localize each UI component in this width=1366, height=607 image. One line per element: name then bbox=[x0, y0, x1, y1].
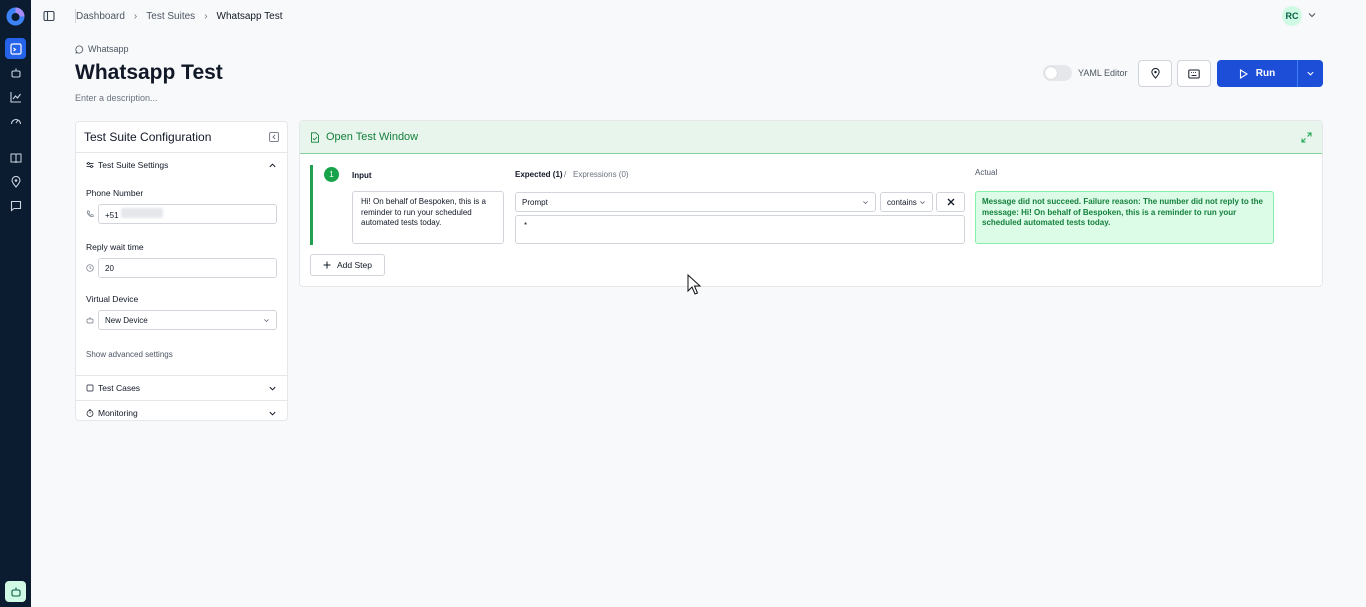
settings-section-header[interactable]: Test Suite Settings bbox=[76, 153, 287, 177]
bot-icon bbox=[86, 317, 94, 324]
step-input-textarea[interactable]: Hi! On behalf of Bespoken, this is a rem… bbox=[352, 191, 504, 244]
breadcrumb-dashboard[interactable]: Dashboard bbox=[76, 11, 125, 22]
breadcrumb-current: Whatsapp Test bbox=[216, 10, 283, 22]
add-step-button[interactable]: Add Step bbox=[310, 254, 385, 276]
file-check-icon bbox=[311, 131, 319, 143]
left-rail bbox=[0, 0, 31, 607]
run-button[interactable]: Run bbox=[1217, 60, 1297, 87]
play-icon bbox=[1239, 68, 1248, 79]
sliders-icon bbox=[86, 162, 94, 168]
expected-type-select[interactable]: Prompt bbox=[515, 192, 876, 212]
chevron-right-icon: › bbox=[133, 10, 138, 22]
config-panel: Test Suite Configuration Test Suite Sett… bbox=[75, 121, 288, 421]
rail-test-suites-icon[interactable] bbox=[5, 38, 26, 59]
test-window: Open Test Window 1 Input Expected (1) / … bbox=[299, 120, 1323, 287]
timer-icon bbox=[86, 409, 94, 417]
chevron-down-icon bbox=[920, 200, 925, 204]
remove-expected-button[interactable] bbox=[936, 192, 965, 212]
top-bar: Dashboard › Test Suites › Whatsapp Test bbox=[31, 0, 1366, 32]
chevron-up-icon bbox=[269, 162, 276, 167]
chat-bubble-icon bbox=[75, 44, 84, 54]
wait-label: Reply wait time bbox=[86, 242, 144, 252]
device-label: Virtual Device bbox=[86, 294, 139, 304]
rail-device-icon[interactable] bbox=[5, 581, 26, 602]
actual-label: Actual bbox=[975, 168, 998, 177]
test-window-header[interactable]: Open Test Window bbox=[300, 121, 1322, 154]
config-title: Test Suite Configuration bbox=[84, 130, 212, 144]
rail-analytics-icon[interactable] bbox=[5, 86, 26, 107]
input-label: Input bbox=[352, 171, 372, 180]
expand-icon[interactable] bbox=[1301, 132, 1312, 143]
sidebar-toggle-icon[interactable] bbox=[43, 10, 55, 22]
keyboard-button[interactable] bbox=[1177, 60, 1211, 87]
collapse-panel-icon[interactable] bbox=[269, 132, 279, 142]
yaml-editor-toggle[interactable]: YAML Editor bbox=[1043, 65, 1128, 81]
actual-result: Message did not succeed. Failure reason:… bbox=[975, 191, 1274, 244]
app-logo[interactable] bbox=[5, 6, 26, 27]
rail-bot-icon[interactable] bbox=[5, 62, 26, 83]
description-input[interactable]: Enter a description... bbox=[75, 93, 158, 103]
phone-label: Phone Number bbox=[86, 188, 144, 198]
breadcrumb-test-suites[interactable]: Test Suites bbox=[146, 11, 195, 22]
yaml-editor-label: YAML Editor bbox=[1078, 68, 1128, 78]
chevron-down-icon bbox=[269, 411, 276, 416]
settings-section-label: Test Suite Settings bbox=[98, 160, 169, 170]
config-header: Test Suite Configuration bbox=[76, 122, 287, 153]
toggle-switch[interactable] bbox=[1043, 65, 1072, 81]
avatar[interactable]: RC bbox=[1282, 6, 1302, 26]
page-title[interactable]: Whatsapp Test bbox=[75, 61, 223, 85]
tab-separator: / bbox=[564, 170, 567, 179]
chevron-down-icon bbox=[863, 200, 868, 204]
add-step-label: Add Step bbox=[337, 260, 372, 270]
chevron-down-icon bbox=[269, 386, 276, 391]
step-number: 1 bbox=[324, 167, 339, 182]
test-cases-label: Test Cases bbox=[98, 383, 141, 393]
keyboard-icon bbox=[1188, 69, 1200, 78]
rail-chat-icon[interactable] bbox=[5, 195, 26, 216]
expressions-tab[interactable]: Expressions (0) bbox=[573, 170, 629, 179]
plus-icon bbox=[323, 261, 331, 269]
wait-time-input[interactable]: 20 bbox=[98, 258, 277, 278]
device-select[interactable]: New Device bbox=[98, 310, 277, 330]
rail-docs-icon[interactable] bbox=[5, 147, 26, 168]
redacted-value bbox=[120, 208, 163, 218]
monitoring-section-header[interactable]: Monitoring bbox=[76, 401, 287, 425]
chevron-down-icon bbox=[1307, 71, 1314, 76]
advanced-settings-link[interactable]: Show advanced settings bbox=[86, 350, 277, 359]
run-options-button[interactable] bbox=[1297, 60, 1323, 87]
chevron-down-icon[interactable] bbox=[1307, 10, 1317, 20]
list-icon bbox=[86, 384, 94, 392]
location-button[interactable] bbox=[1138, 60, 1172, 87]
rail-gauge-icon[interactable] bbox=[5, 110, 26, 131]
operator-select[interactable]: contains bbox=[880, 192, 933, 212]
expected-tab[interactable]: Expected (1) bbox=[515, 170, 563, 179]
test-cases-section-header[interactable]: Test Cases bbox=[76, 376, 287, 400]
channel-label: Whatsapp bbox=[88, 44, 129, 54]
run-label: Run bbox=[1255, 68, 1276, 79]
phone-input[interactable]: +51 bbox=[98, 204, 277, 224]
close-icon bbox=[947, 198, 954, 206]
test-step: 1 Input Expected (1) / Expressions (0) A… bbox=[310, 165, 1310, 245]
channel-tag: Whatsapp bbox=[75, 44, 129, 54]
chevron-down-icon bbox=[264, 318, 269, 322]
location-pin-icon bbox=[1150, 68, 1160, 79]
rail-location-icon[interactable] bbox=[5, 171, 26, 192]
monitoring-label: Monitoring bbox=[98, 408, 138, 418]
phone-icon bbox=[87, 210, 94, 218]
expected-value-textarea[interactable]: * bbox=[515, 215, 965, 244]
chevron-right-icon: › bbox=[204, 10, 208, 22]
mouse-cursor-icon bbox=[687, 274, 701, 295]
test-window-title: Open Test Window bbox=[326, 131, 419, 143]
breadcrumb: Dashboard › Test Suites › Whatsapp Test bbox=[75, 0, 285, 32]
clock-icon bbox=[86, 264, 94, 272]
